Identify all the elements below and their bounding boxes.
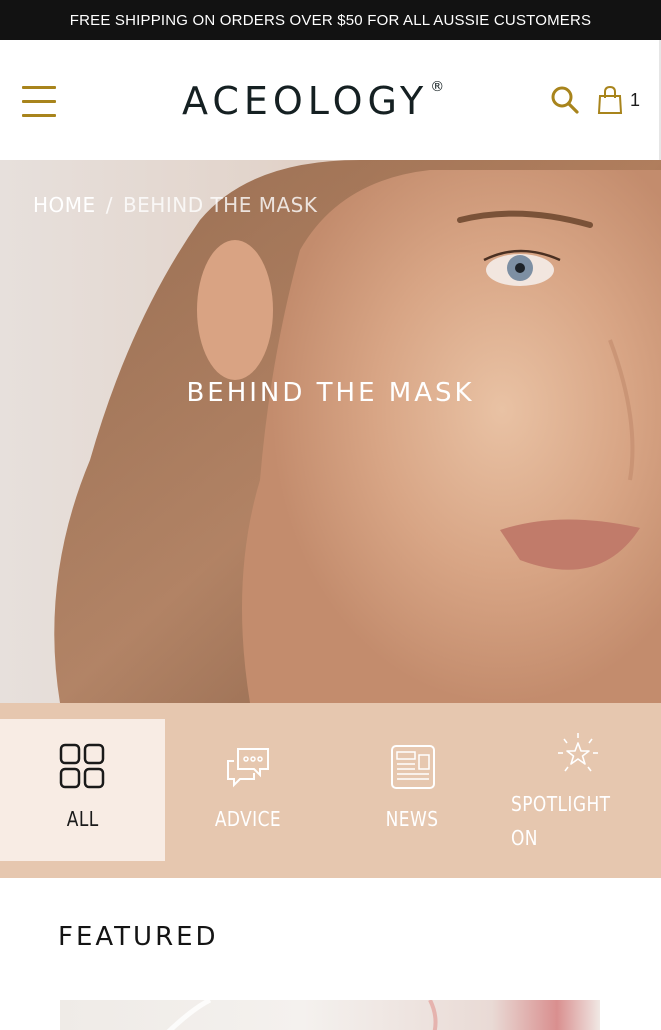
category-label: ADVICE — [214, 807, 281, 831]
category-label-line1: SPOTLIGHT — [511, 792, 611, 816]
logo-text: ACEOLOGY — [182, 79, 429, 123]
hero-portrait-image — [0, 160, 661, 703]
hamburger-line — [22, 86, 56, 89]
category-tab-spotlight-on[interactable]: SPOTLIGHT ON — [495, 719, 660, 861]
category-label-line2: ON — [511, 826, 538, 850]
breadcrumb-home-link[interactable]: HOME — [33, 193, 96, 217]
breadcrumb: HOME / BEHIND THE MASK — [33, 193, 317, 217]
star-sparkle-icon — [557, 733, 598, 772]
hamburger-line — [22, 100, 56, 103]
cart-count-badge: 1 — [630, 89, 641, 110]
featured-heading: FEATURED — [58, 922, 219, 952]
registered-mark: ® — [430, 79, 445, 95]
search-button[interactable] — [550, 85, 580, 115]
cart-button[interactable]: 1 — [597, 84, 643, 116]
featured-image-detail — [166, 1000, 438, 1030]
breadcrumb-current: BEHIND THE MASK — [122, 193, 318, 217]
category-tab-all[interactable]: ALL — [0, 719, 165, 861]
newspaper-icon — [390, 745, 435, 789]
category-label: NEWS — [386, 807, 439, 831]
chat-bubbles-icon — [226, 748, 269, 788]
category-label: ALL — [66, 807, 99, 831]
site-logo[interactable]: ACEOLOGY ® — [182, 76, 444, 126]
breadcrumb-separator: / — [105, 193, 113, 217]
site-header: ACEOLOGY ® 1 — [0, 40, 661, 160]
category-tab-advice[interactable]: ADVICE — [165, 719, 330, 861]
page-title: BEHIND THE MASK — [186, 378, 475, 408]
hamburger-menu-button[interactable] — [22, 84, 56, 118]
hero-banner: HOME / BEHIND THE MASK BEHIND THE MASK — [0, 160, 661, 703]
category-label: SPOTLIGHT ON — [511, 787, 610, 855]
featured-article-image[interactable] — [60, 1000, 600, 1030]
category-tab-news[interactable]: NEWS — [330, 719, 495, 861]
shopping-bag-icon — [597, 85, 623, 114]
announcement-bar: FREE SHIPPING ON ORDERS OVER $50 FOR ALL… — [0, 0, 661, 40]
announcement-text: FREE SHIPPING ON ORDERS OVER $50 FOR ALL… — [69, 11, 592, 29]
category-filter-bar: ALL ADVICE NEWS SPOTLIGHT ON — [0, 703, 661, 878]
search-icon — [551, 86, 579, 114]
hamburger-line — [22, 114, 56, 117]
grid-icon — [59, 743, 104, 789]
